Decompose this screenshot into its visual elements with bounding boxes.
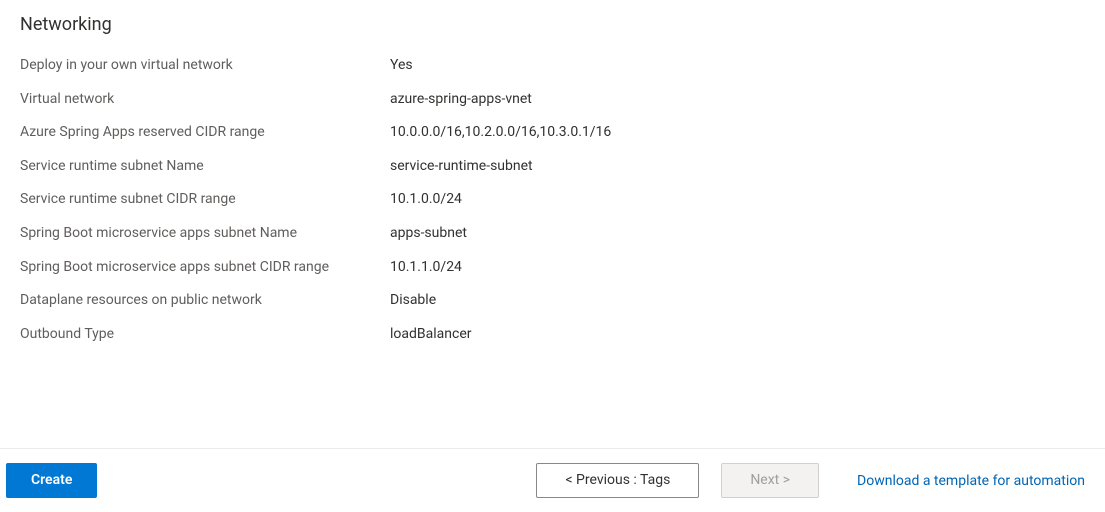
table-row: Dataplane resources on public network Di… <box>20 284 1085 318</box>
property-label: Dataplane resources on public network <box>20 284 390 318</box>
table-row: Deploy in your own virtual network Yes <box>20 49 1085 83</box>
table-row: Outbound Type loadBalancer <box>20 318 1085 352</box>
next-button: Next > <box>721 463 819 498</box>
property-value: service-runtime-subnet <box>390 150 1085 184</box>
property-label: Outbound Type <box>20 318 390 352</box>
table-row: Spring Boot microservice apps subnet CID… <box>20 251 1085 285</box>
property-label: Virtual network <box>20 83 390 117</box>
section-title: Networking <box>20 14 1085 35</box>
property-label: Azure Spring Apps reserved CIDR range <box>20 116 390 150</box>
table-row: Service runtime subnet Name service-runt… <box>20 150 1085 184</box>
property-value: 10.1.1.0/24 <box>390 251 1085 285</box>
property-label: Spring Boot microservice apps subnet Nam… <box>20 217 390 251</box>
download-template-link[interactable]: Download a template for automation <box>857 473 1085 489</box>
properties-table: Deploy in your own virtual network Yes V… <box>20 49 1085 351</box>
property-value: loadBalancer <box>390 318 1085 352</box>
property-value: apps-subnet <box>390 217 1085 251</box>
table-row: Virtual network azure-spring-apps-vnet <box>20 83 1085 117</box>
property-value: 10.1.0.0/24 <box>390 183 1085 217</box>
property-label: Service runtime subnet Name <box>20 150 390 184</box>
create-button[interactable]: Create <box>6 463 97 498</box>
property-value: Disable <box>390 284 1085 318</box>
table-row: Spring Boot microservice apps subnet Nam… <box>20 217 1085 251</box>
property-value: azure-spring-apps-vnet <box>390 83 1085 117</box>
table-row: Azure Spring Apps reserved CIDR range 10… <box>20 116 1085 150</box>
networking-section: Networking Deploy in your own virtual ne… <box>0 0 1105 351</box>
property-value: Yes <box>390 49 1085 83</box>
property-value: 10.0.0.0/16,10.2.0.0/16,10.3.0.1/16 <box>390 116 1085 150</box>
property-label: Deploy in your own virtual network <box>20 49 390 83</box>
property-label: Spring Boot microservice apps subnet CID… <box>20 251 390 285</box>
table-row: Service runtime subnet CIDR range 10.1.0… <box>20 183 1085 217</box>
previous-button[interactable]: < Previous : Tags <box>536 463 699 498</box>
wizard-footer: Create < Previous : Tags Next > Download… <box>0 448 1105 512</box>
property-label: Service runtime subnet CIDR range <box>20 183 390 217</box>
